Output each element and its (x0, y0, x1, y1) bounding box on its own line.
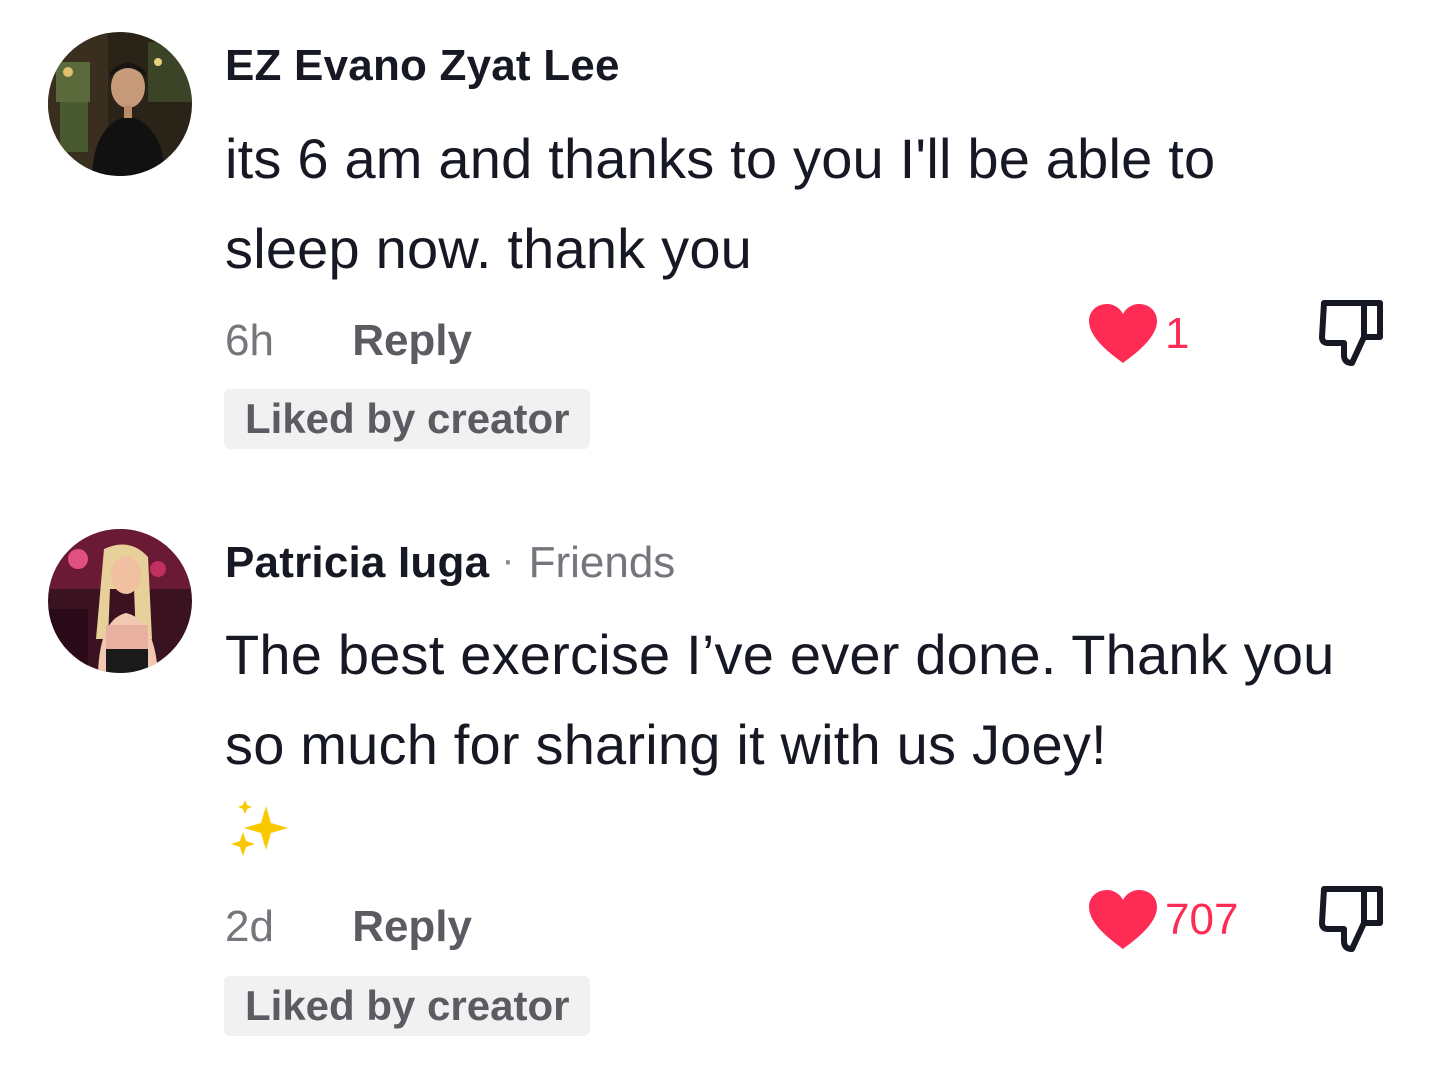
username-row: Patricia Iuga · Friends (225, 535, 675, 592)
like-count: 707 (1165, 895, 1239, 944)
relation-label: Friends (528, 538, 676, 587)
like-button[interactable]: 707 (1087, 889, 1238, 951)
username[interactable]: Patricia Iuga (225, 538, 489, 587)
thumbs-down-icon[interactable] (1318, 883, 1386, 955)
comment-item: Patricia Iuga · Friends The best exercise … (0, 0, 1440, 1069)
reply-button[interactable]: Reply (352, 902, 472, 951)
sparkles-emoji (231, 800, 288, 856)
separator-dot: · (501, 538, 515, 582)
comment-meta: 2d Reply (225, 899, 472, 955)
comment-text: The best exercise I’ve ever done. Thank … (225, 623, 1335, 776)
heart-icon (1089, 890, 1157, 949)
avatar[interactable] (48, 529, 192, 673)
timestamp: 2d (225, 902, 274, 951)
liked-by-creator-badge: Liked by creator (224, 976, 591, 1036)
